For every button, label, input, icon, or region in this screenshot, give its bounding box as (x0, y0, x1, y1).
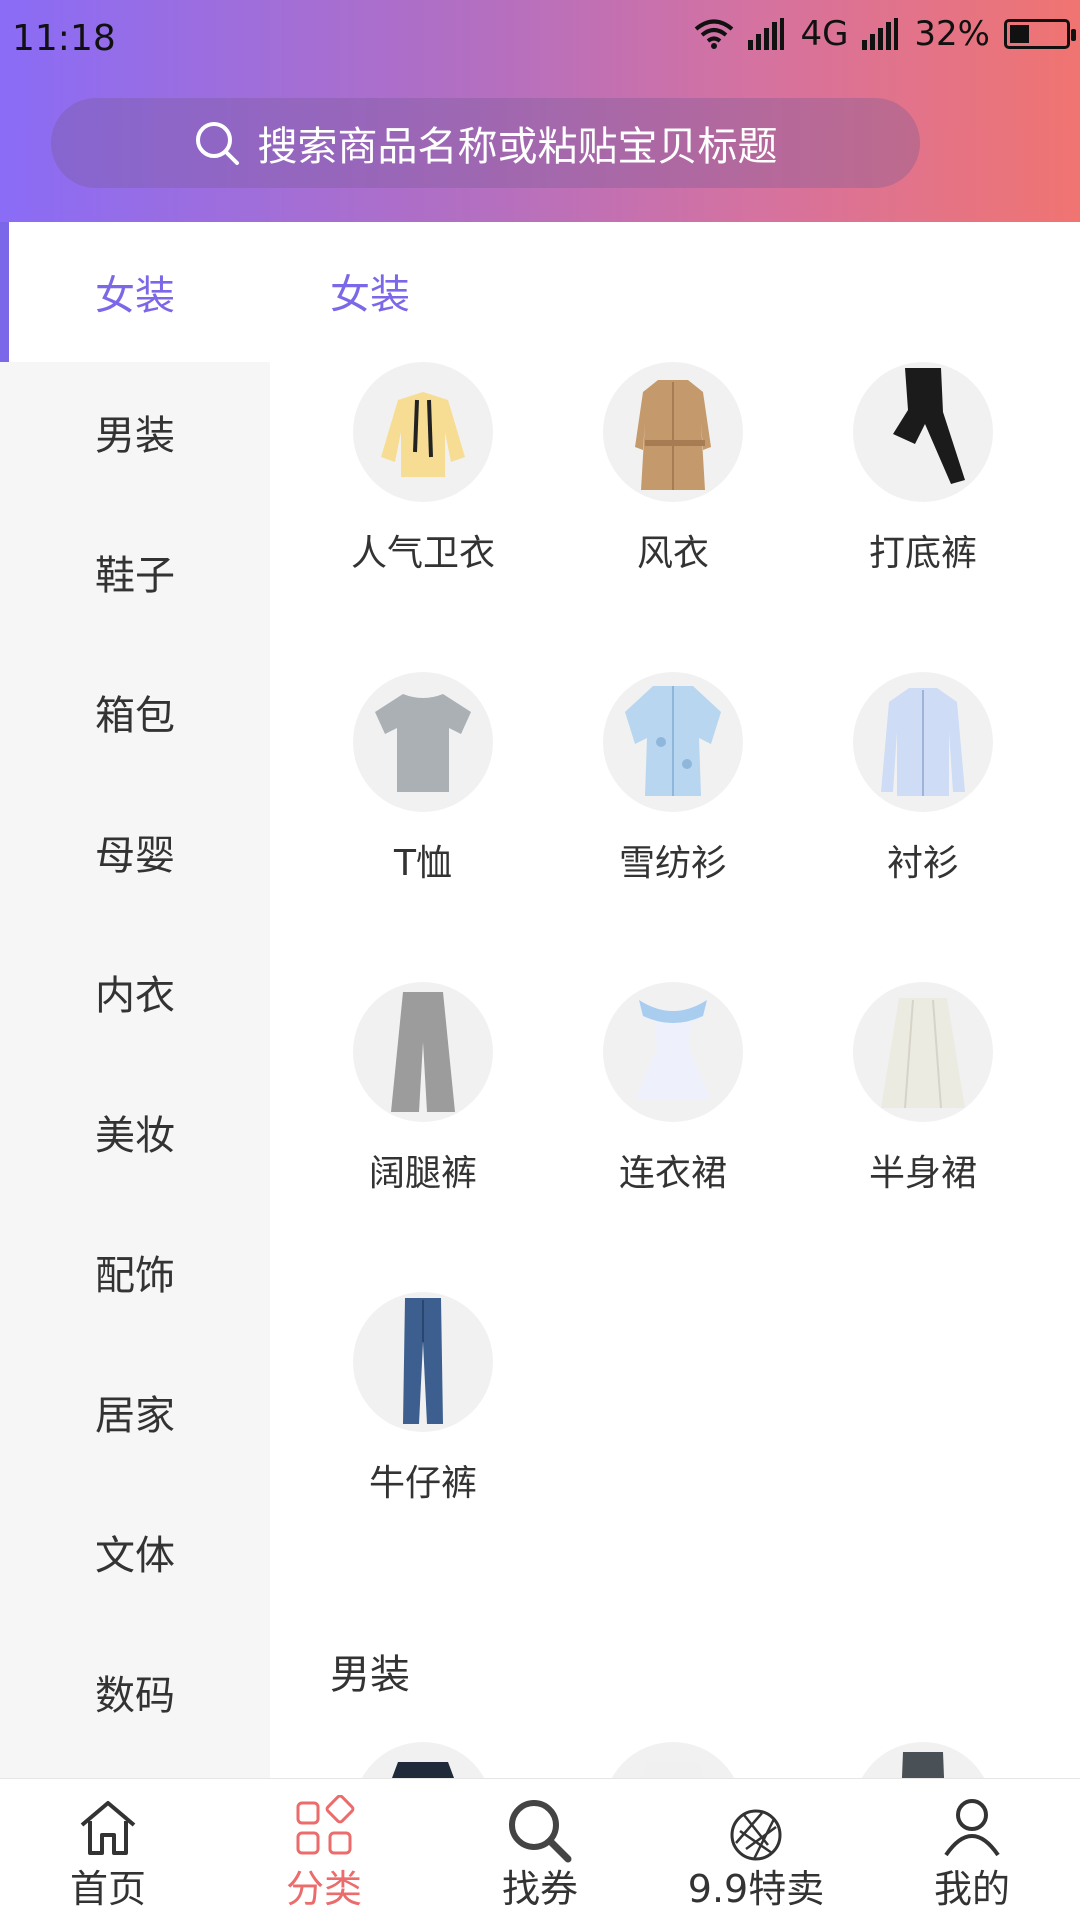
dress-icon (603, 982, 743, 1122)
nav-profile[interactable]: 我的 (864, 1779, 1080, 1921)
sidebar-item-baby[interactable]: 母婴 (0, 782, 270, 922)
search-placeholder: 搜索商品名称或粘贴宝贝标题 (257, 124, 778, 170)
category-icon (296, 1795, 355, 1855)
category-label: 牛仔裤 (368, 1463, 477, 1504)
category-label: 衬衫 (886, 843, 959, 884)
category-item[interactable] (298, 1742, 548, 1778)
category-label: T恤 (394, 843, 452, 884)
sidebar-item-accessories[interactable]: 配饰 (0, 1202, 270, 1342)
sidebar-item-home[interactable]: 居家 (0, 1342, 270, 1482)
search-bar[interactable]: 搜索商品名称或粘贴宝贝标题 (51, 98, 920, 188)
nav-home[interactable]: 首页 (0, 1779, 216, 1921)
men-top-icon (353, 1742, 493, 1778)
status-icons: 4G 32% (694, 14, 1076, 54)
search-coupon-icon (509, 1800, 572, 1863)
nav-label: 分类 (285, 1867, 362, 1911)
category-item[interactable]: 衬衫 (798, 672, 1048, 892)
shirt-icon (853, 672, 993, 812)
sidebar-item-underwear[interactable]: 内衣 (0, 922, 270, 1062)
nav-label: 找券 (501, 1867, 578, 1911)
category-item[interactable]: 连衣裙 (548, 982, 798, 1202)
sidebar-item-digital[interactable]: 数码 (0, 1622, 270, 1762)
nav-category[interactable]: 分类 (216, 1779, 432, 1921)
network-type: 4G (800, 14, 849, 54)
section-title-women: 女装 (330, 272, 410, 318)
category-label: 连衣裙 (618, 1153, 727, 1194)
signal-icon (748, 18, 786, 50)
skirt-icon (853, 982, 993, 1122)
sidebar-item-sports[interactable]: 文体 (0, 1482, 270, 1622)
category-label: 风衣 (636, 533, 709, 574)
hoodie-icon (353, 362, 493, 502)
wide-leg-pants-icon (353, 982, 493, 1122)
tshirt-icon (353, 672, 493, 812)
category-item[interactable]: 半身裙 (798, 982, 1048, 1202)
category-item[interactable]: 牛仔裤 (298, 1292, 548, 1512)
category-item[interactable]: 雪纺衫 (548, 672, 798, 892)
sidebar-item-bags[interactable]: 箱包 (0, 642, 270, 782)
category-item[interactable]: 打底裤 (798, 362, 1048, 582)
category-label: 阔腿裤 (368, 1153, 477, 1194)
signal-icon-2 (862, 18, 900, 50)
battery-percent: 32% (914, 14, 990, 54)
home-icon (80, 1801, 136, 1855)
user-icon (944, 1799, 1000, 1857)
men-shirt-icon (603, 1742, 743, 1778)
category-label: 人气卫衣 (350, 533, 495, 574)
sidebar-item-women[interactable]: 女装 (0, 222, 270, 362)
bottom-nav: 首页 分类 找券 9.9特卖 我的 (0, 1778, 1080, 1921)
search-icon (194, 120, 240, 166)
category-sidebar: 女装 男装 鞋子 箱包 母婴 内衣 美妆 配饰 居家 文体 数码 (0, 222, 270, 1778)
sidebar-item-shoes[interactable]: 鞋子 (0, 502, 270, 642)
category-content: 女装 人气卫衣 风衣 打底裤 T恤 雪纺衫 衬衫 阔腿裤 连衣裙 半身裙 牛仔裤… (270, 222, 1080, 1778)
status-time: 11:18 (12, 18, 116, 59)
men-pants-icon (853, 1742, 993, 1778)
trench-coat-icon (603, 362, 743, 502)
category-item[interactable]: 风衣 (548, 362, 798, 582)
nav-sale[interactable]: 9.9特卖 (648, 1779, 864, 1921)
wifi-icon (694, 18, 734, 50)
leggings-icon (853, 362, 993, 502)
jeans-icon (353, 1292, 493, 1432)
category-item[interactable] (798, 1742, 1048, 1778)
nav-coupon[interactable]: 找券 (432, 1779, 648, 1921)
header: 11:18 4G 32% 搜索商品名称或粘贴宝贝标题 (0, 0, 1080, 222)
section-title-men: 男装 (330, 1652, 410, 1698)
sidebar-item-beauty[interactable]: 美妆 (0, 1062, 270, 1202)
battery-icon (1004, 19, 1076, 49)
sidebar-item-men[interactable]: 男装 (0, 362, 270, 502)
category-item[interactable] (548, 1742, 798, 1778)
chiffon-shirt-icon (603, 672, 743, 812)
nav-label: 首页 (69, 1867, 146, 1911)
category-label: 半身裙 (868, 1153, 977, 1194)
category-label: 打底裤 (868, 533, 977, 574)
status-bar: 11:18 4G 32% (0, 0, 1080, 80)
category-item[interactable]: 人气卫衣 (298, 362, 548, 582)
nav-label: 我的 (933, 1867, 1010, 1911)
category-item[interactable]: T恤 (298, 672, 548, 892)
category-item[interactable]: 阔腿裤 (298, 982, 548, 1202)
category-label: 雪纺衫 (618, 843, 727, 884)
nav-label: 9.9特卖 (687, 1867, 825, 1911)
